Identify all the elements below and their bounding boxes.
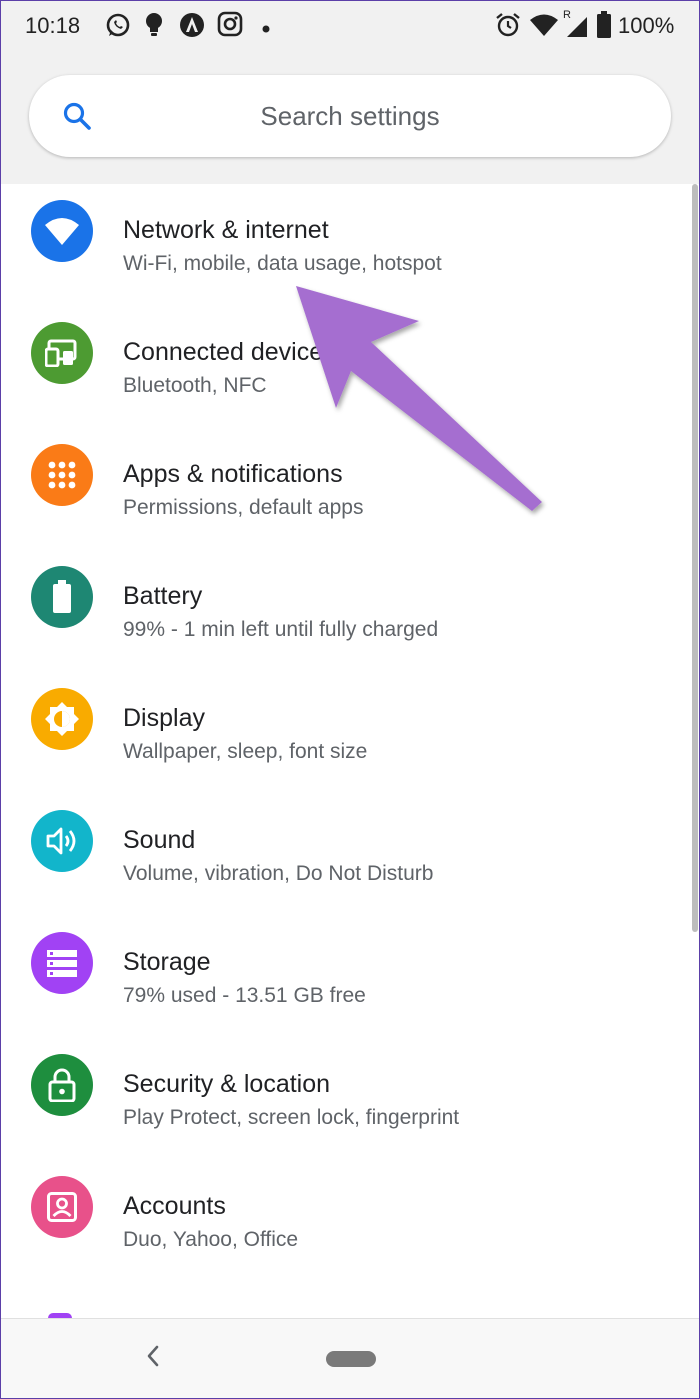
- nav-bar: [1, 1318, 699, 1399]
- item-subtitle: Permissions, default apps: [123, 496, 364, 519]
- instagram-icon: [217, 11, 243, 42]
- item-subtitle: 99% - 1 min left until fully charged: [123, 618, 439, 641]
- settings-item-security[interactable]: Security & location Play Protect, screen…: [1, 1038, 691, 1160]
- item-title: Security & location: [123, 1070, 331, 1098]
- battery-icon: [596, 11, 612, 44]
- search-bar[interactable]: Search settings: [29, 75, 671, 157]
- settings-item-storage[interactable]: Storage 79% used - 13.51 GB free: [1, 916, 691, 1038]
- arc-icon: [178, 11, 206, 44]
- wifi-icon: [31, 200, 93, 262]
- devices-icon: [31, 322, 93, 384]
- item-title: Storage: [123, 948, 211, 976]
- home-pill-icon[interactable]: [326, 1351, 376, 1367]
- roaming-label: R: [563, 9, 571, 21]
- signal-icon: R: [563, 7, 591, 44]
- settings-item-display[interactable]: Display Wallpaper, sleep, font size: [1, 672, 691, 794]
- lock-icon: [31, 1054, 93, 1116]
- settings-item-apps[interactable]: Apps & notifications Permissions, defaul…: [1, 428, 691, 550]
- item-subtitle: 79% used - 13.51 GB free: [123, 984, 366, 1007]
- back-chevron-icon[interactable]: [143, 1343, 163, 1374]
- search-header: Search settings: [1, 49, 699, 184]
- scrollbar[interactable]: [692, 184, 698, 932]
- settings-item-accounts[interactable]: Accounts Duo, Yahoo, Office: [1, 1160, 691, 1282]
- battery-percent: 100%: [618, 13, 675, 38]
- dot-icon: [261, 21, 271, 39]
- settings-item-connected-devices[interactable]: Connected devices Bluetooth, NFC: [1, 306, 691, 428]
- wifi-icon: [529, 13, 559, 42]
- item-subtitle: Bluetooth, NFC: [123, 374, 267, 397]
- search-placeholder: Search settings: [260, 101, 440, 131]
- whatsapp-icon: [104, 11, 132, 44]
- alarm-icon: [495, 11, 521, 44]
- item-title: Display: [123, 704, 205, 732]
- item-subtitle: Volume, vibration, Do Not Disturb: [123, 862, 434, 885]
- settings-item-battery[interactable]: Battery 99% - 1 min left until fully cha…: [1, 550, 691, 672]
- status-bar: 10:18 R 100%: [1, 1, 699, 49]
- status-time: 10:18: [25, 13, 81, 38]
- settings-item-network[interactable]: Network & internet Wi-Fi, mobile, data u…: [1, 184, 691, 306]
- item-title: Accounts: [123, 1192, 226, 1220]
- item-title: Network & internet: [123, 216, 329, 244]
- item-title: Sound: [123, 826, 196, 854]
- item-title: Apps & notifications: [123, 460, 343, 488]
- item-subtitle: Duo, Yahoo, Office: [123, 1228, 299, 1251]
- item-subtitle: Play Protect, screen lock, fingerprint: [123, 1106, 460, 1129]
- settings-item-sound[interactable]: Sound Volume, vibration, Do Not Disturb: [1, 794, 691, 916]
- volume-icon: [31, 810, 93, 872]
- item-subtitle: Wi-Fi, mobile, data usage, hotspot: [123, 252, 442, 275]
- bulb-icon: [143, 11, 165, 44]
- battery-icon: [31, 566, 93, 628]
- apps-grid-icon: [31, 444, 93, 506]
- item-title: Connected devices: [123, 338, 336, 366]
- brightness-icon: [31, 688, 93, 750]
- item-title: Battery: [123, 582, 203, 610]
- account-box-icon: [31, 1176, 93, 1238]
- storage-icon: [31, 932, 93, 994]
- item-subtitle: Wallpaper, sleep, font size: [123, 740, 368, 763]
